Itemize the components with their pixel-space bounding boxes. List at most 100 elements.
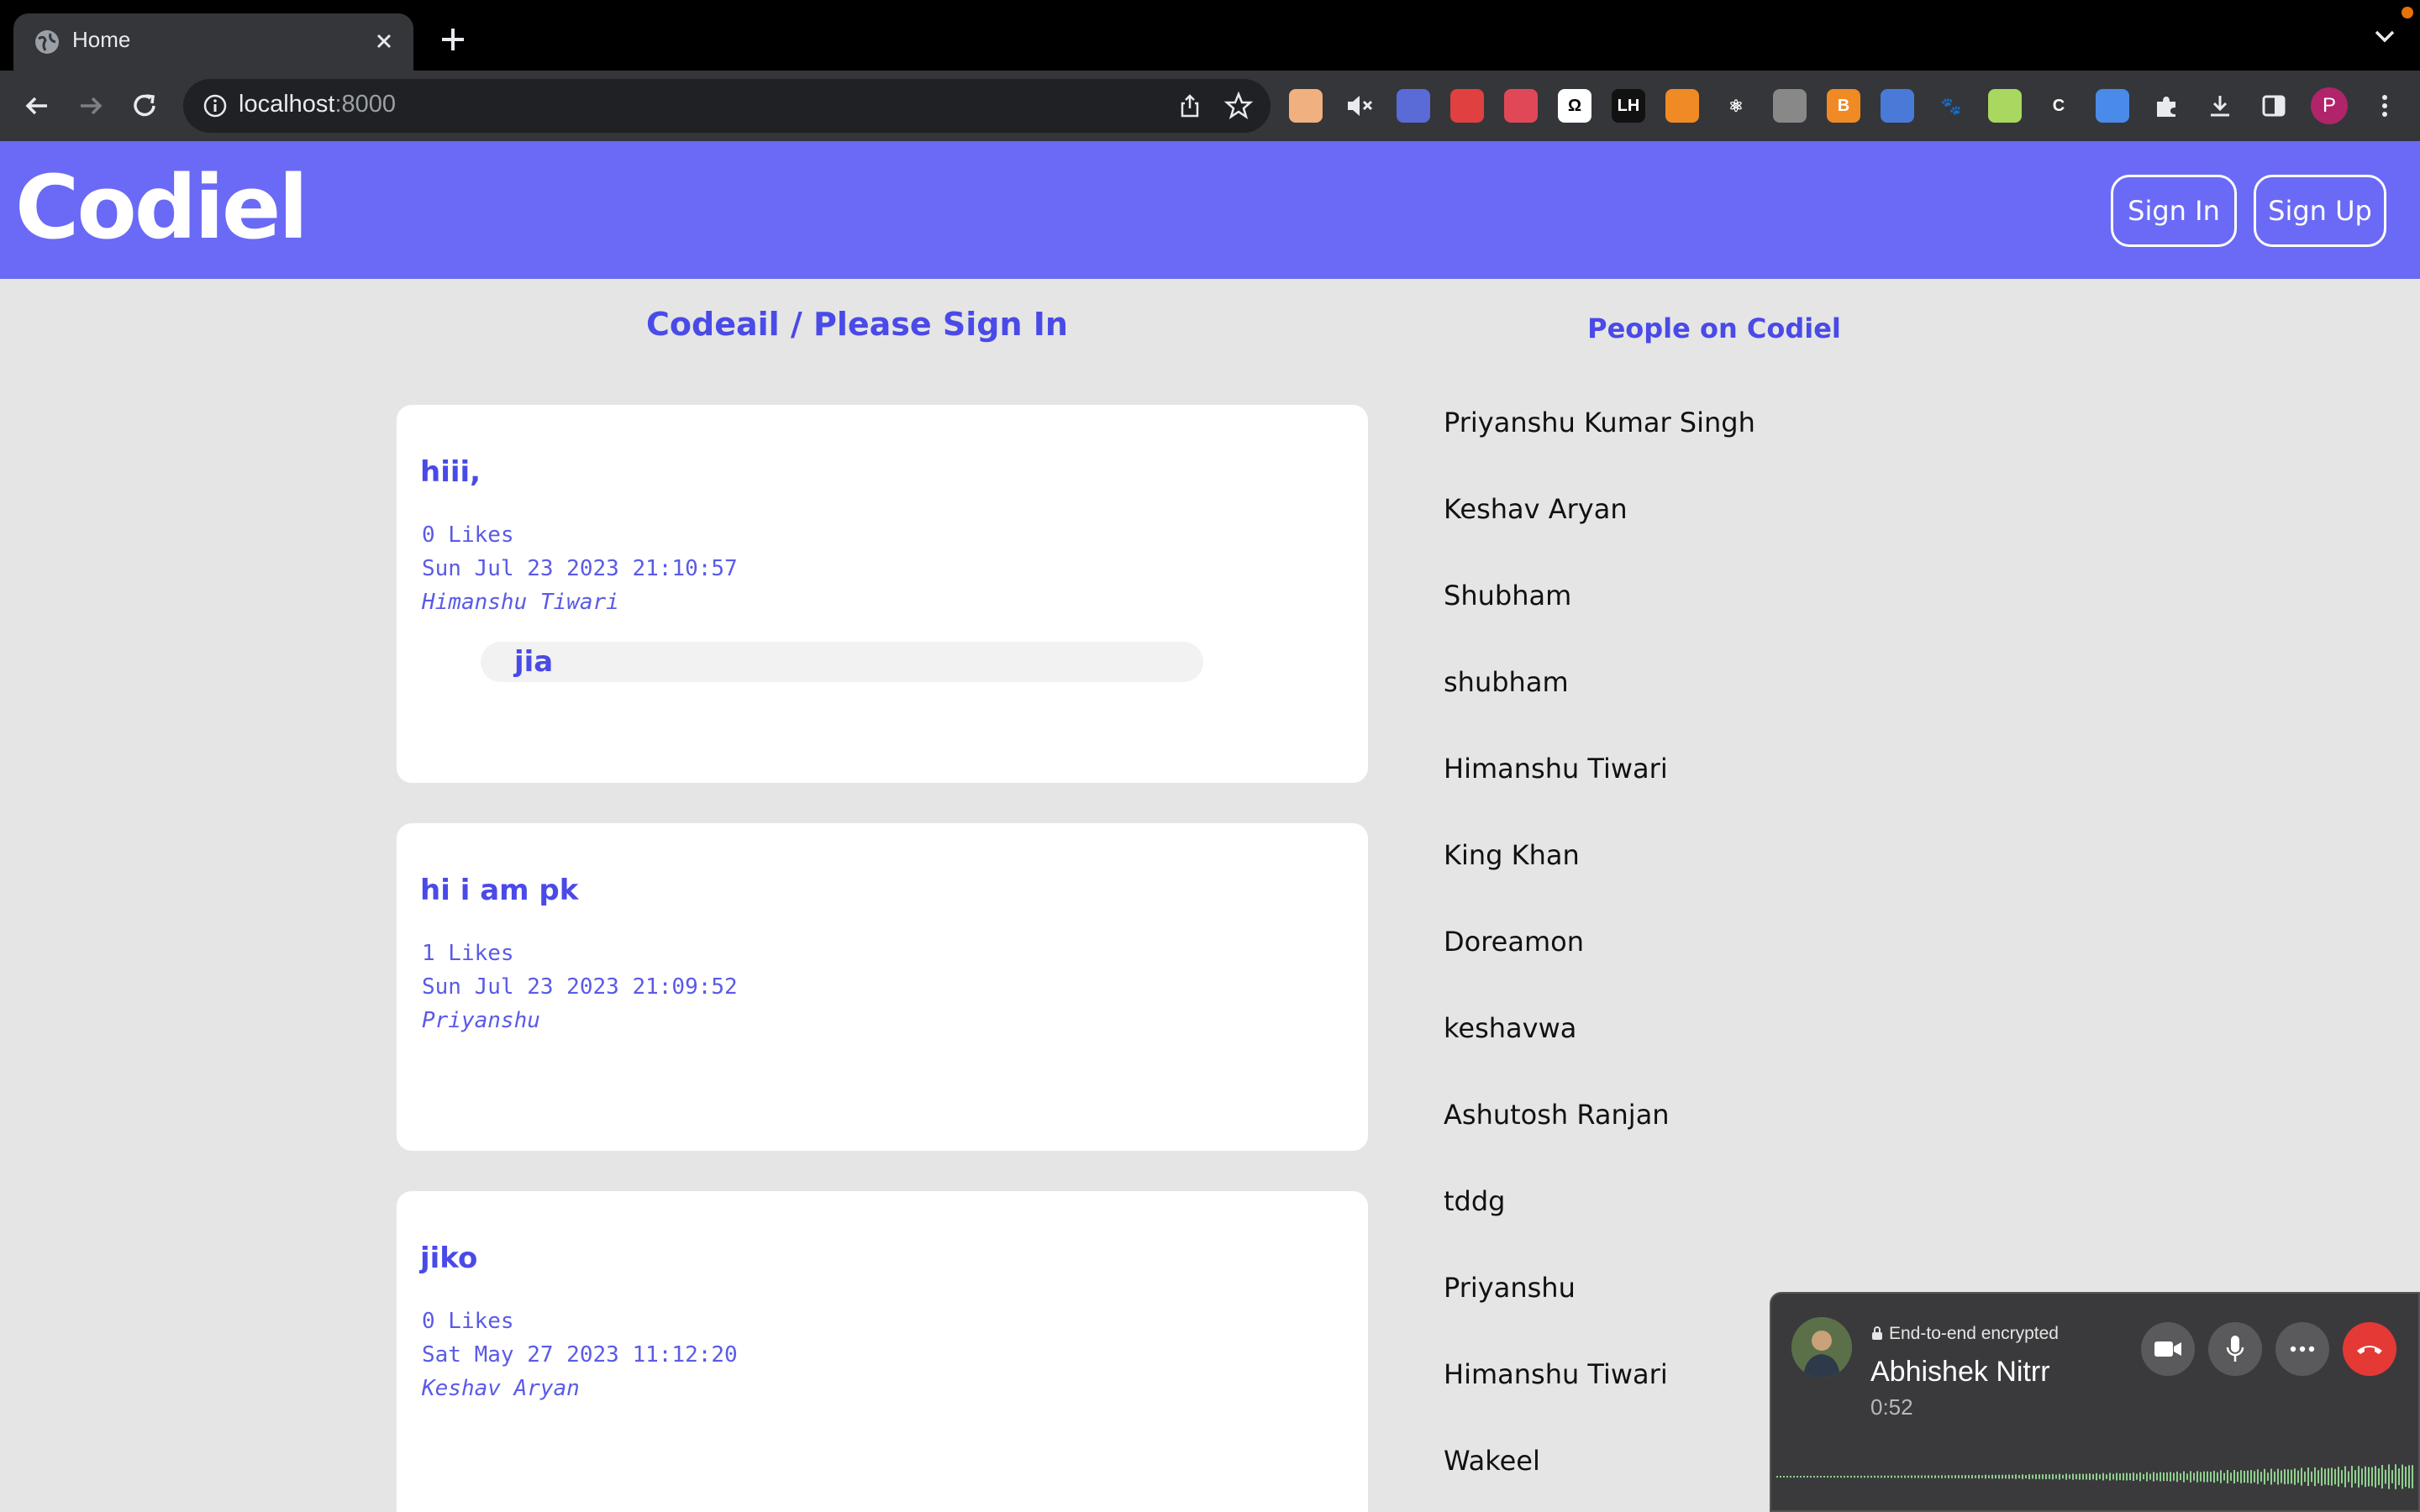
person-item[interactable]: shubham	[1444, 666, 1755, 753]
waveform-bar	[2233, 1469, 2235, 1484]
sidepanel-icon[interactable]	[2257, 89, 2291, 123]
profile-avatar[interactable]: P	[2311, 87, 2348, 124]
back-arrow-icon[interactable]	[20, 89, 54, 123]
post-date: Sun Jul 23 2023 21:10:57	[422, 556, 738, 581]
waveform-bar	[2075, 1473, 2077, 1480]
waveform-bar	[1847, 1475, 1849, 1478]
puzzle-red-extension-icon[interactable]	[1504, 89, 1538, 123]
sign-up-button[interactable]: Sign Up	[2254, 175, 2386, 247]
waveform-bar	[2018, 1475, 2020, 1478]
waveform-bar	[2012, 1474, 2013, 1479]
post-likes[interactable]: 1 Likes	[422, 941, 514, 966]
audio-waveform	[1776, 1464, 2413, 1489]
chevron-down-icon[interactable]	[2373, 29, 2396, 44]
waveform-bar	[2112, 1473, 2114, 1480]
video-camera-button[interactable]	[2141, 1322, 2195, 1376]
address-bar[interactable]: localhost:8000	[183, 79, 1270, 133]
bookmark-star-icon[interactable]	[1223, 91, 1254, 121]
person-item[interactable]: Himanshu Tiwari	[1444, 753, 1755, 839]
waveform-bar	[1968, 1475, 1970, 1478]
post-likes[interactable]: 0 Likes	[422, 522, 514, 548]
reload-icon[interactable]	[128, 89, 161, 123]
waveform-bar	[2052, 1473, 2054, 1480]
paw-extension-icon[interactable]: 🐾	[1934, 89, 1968, 123]
waveform-bar	[2170, 1472, 2171, 1482]
red-extension-icon[interactable]	[1450, 89, 1484, 123]
person-item[interactable]: tddg	[1444, 1185, 1755, 1272]
microphone-button[interactable]	[2208, 1322, 2262, 1376]
close-icon[interactable]	[370, 27, 398, 55]
more-options-button[interactable]	[2275, 1322, 2329, 1376]
waveform-bar	[2405, 1466, 2407, 1488]
b-extension-icon[interactable]: B	[1827, 89, 1860, 123]
person-item[interactable]: King Khan	[1444, 839, 1755, 926]
site-logo[interactable]: Codiel	[15, 156, 308, 259]
waveform-bar	[2317, 1470, 2319, 1483]
person-item[interactable]: Ashutosh Ranjan	[1444, 1099, 1755, 1185]
waveform-bar	[1914, 1475, 1916, 1478]
green-extension-icon[interactable]	[1988, 89, 2022, 123]
post-likes[interactable]: 0 Likes	[422, 1309, 514, 1334]
shield-extension-icon[interactable]	[1397, 89, 1430, 123]
waveform-bar	[2408, 1465, 2410, 1488]
c-extension-icon[interactable]: C	[2042, 89, 2075, 123]
puzzle-icon[interactable]	[2149, 89, 2183, 123]
person-item[interactable]: Wakeel	[1444, 1445, 1755, 1512]
waveform-bar	[1881, 1475, 1882, 1478]
screen-extension-icon[interactable]	[1881, 89, 1914, 123]
new-tab-icon[interactable]	[437, 24, 469, 55]
person-item[interactable]: Shubham	[1444, 580, 1755, 666]
waveform-bar	[2183, 1471, 2185, 1483]
forward-arrow-icon[interactable]	[74, 89, 108, 123]
waveform-bar	[2119, 1473, 2121, 1480]
waveform-bar	[2331, 1467, 2333, 1486]
browser-tab-home[interactable]: Home	[13, 13, 413, 71]
waveform-bar	[1944, 1475, 1946, 1478]
waveform-bar	[1860, 1475, 1862, 1478]
call-overlay[interactable]: End-to-end encrypted Abhishek Nitrr 0:52	[1770, 1292, 2420, 1512]
waveform-bar	[2086, 1473, 2087, 1480]
waveform-bar	[2294, 1468, 2296, 1485]
waveform-bar	[2240, 1470, 2242, 1483]
waveform-bar	[1911, 1475, 1912, 1478]
waveform-bar	[2348, 1471, 2349, 1483]
waveform-bar	[2281, 1470, 2282, 1483]
waveform-bar	[2116, 1473, 2118, 1481]
react-extension-icon[interactable]: ⚛	[1719, 89, 1753, 123]
end-call-button[interactable]	[2343, 1322, 2396, 1376]
orange-extension-icon[interactable]	[1665, 89, 1699, 123]
waveform-bar	[2173, 1473, 2175, 1481]
pill-extension-icon[interactable]	[1289, 89, 1323, 123]
sign-in-button[interactable]: Sign In	[2111, 175, 2237, 247]
lh-extension-icon[interactable]: LH	[1612, 89, 1645, 123]
person-item[interactable]: Doreamon	[1444, 926, 1755, 1012]
chat-extension-icon[interactable]	[2096, 89, 2129, 123]
gray-extension-icon[interactable]	[1773, 89, 1807, 123]
info-icon[interactable]	[202, 92, 229, 119]
waveform-bar	[2160, 1472, 2161, 1482]
waveform-bar	[2203, 1471, 2205, 1483]
kebab-menu-icon[interactable]	[2368, 89, 2402, 123]
waveform-bar	[2136, 1473, 2138, 1480]
waveform-bar	[1797, 1475, 1798, 1478]
waveform-bar	[2257, 1469, 2259, 1484]
person-item[interactable]: Keshav Aryan	[1444, 493, 1755, 580]
person-item[interactable]: Priyanshu Kumar Singh	[1444, 407, 1755, 493]
waveform-bar	[2267, 1473, 2269, 1481]
post-card: jiko 0 Likes Sat May 27 2023 11:12:20 Ke…	[397, 1191, 1368, 1512]
waveform-bar	[2032, 1474, 2033, 1479]
omega-extension-icon[interactable]: Ω	[1558, 89, 1591, 123]
person-item[interactable]: Priyanshu	[1444, 1272, 1755, 1358]
person-item[interactable]: Himanshu Tiwari	[1444, 1358, 1755, 1445]
waveform-bar	[2072, 1473, 2074, 1480]
waveform-bar	[1988, 1475, 1990, 1478]
people-list: Priyanshu Kumar Singh Keshav Aryan Shubh…	[1444, 407, 1755, 1512]
waveform-bar	[1790, 1475, 1791, 1478]
share-icon[interactable]	[1176, 92, 1203, 119]
waveform-bar	[2082, 1473, 2084, 1480]
mute-icon[interactable]	[1343, 89, 1376, 123]
waveform-bar	[2129, 1473, 2131, 1481]
download-icon[interactable]	[2203, 89, 2237, 123]
post-date: Sun Jul 23 2023 21:09:52	[422, 974, 738, 1000]
person-item[interactable]: keshavwa	[1444, 1012, 1755, 1099]
